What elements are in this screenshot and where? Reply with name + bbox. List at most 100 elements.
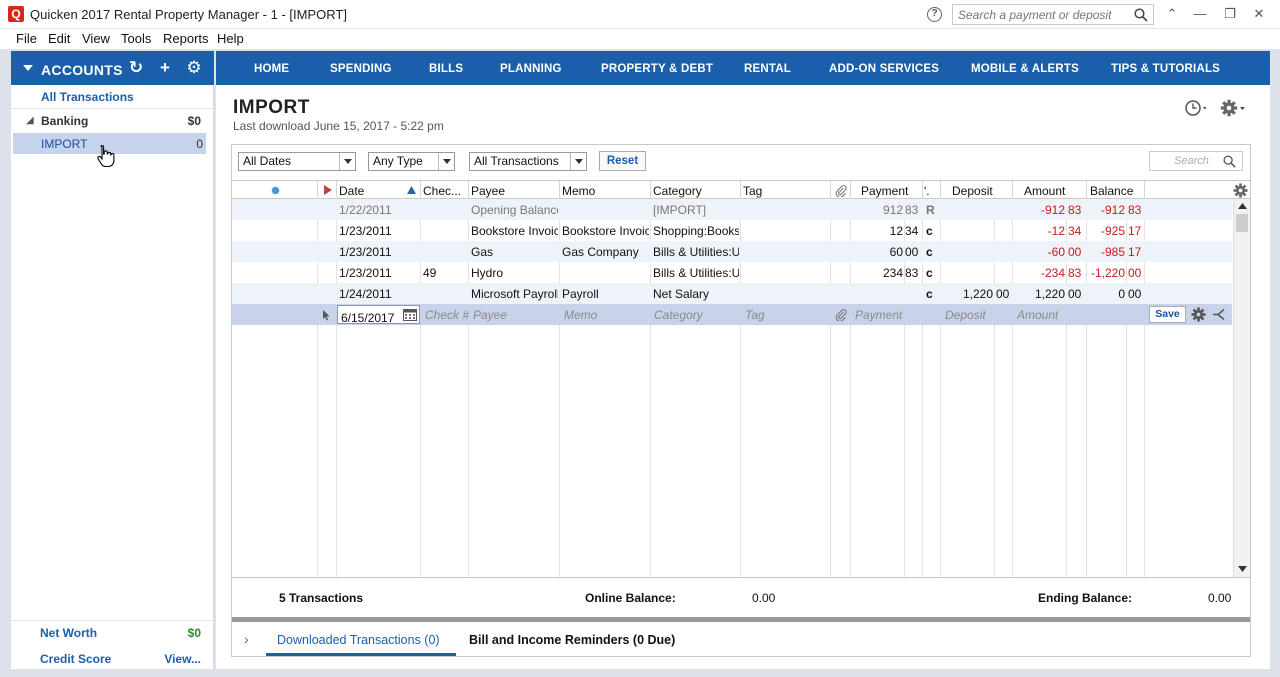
scroll-down-icon[interactable] bbox=[1238, 566, 1247, 572]
help-icon[interactable]: ? bbox=[927, 7, 942, 22]
menu-view[interactable]: View bbox=[82, 31, 110, 46]
cell-cleared[interactable]: c bbox=[926, 266, 933, 280]
column-payee[interactable]: Payee bbox=[471, 184, 505, 198]
date-input[interactable]: 6/15/2017 bbox=[337, 305, 420, 325]
collapse-accounts-icon[interactable] bbox=[23, 65, 33, 71]
sidebar-item-all-transactions[interactable]: All Transactions bbox=[41, 90, 134, 104]
global-search-input[interactable] bbox=[958, 5, 1133, 24]
cell-date: 1/23/2011 bbox=[339, 224, 392, 238]
chevron-down-icon[interactable] bbox=[339, 153, 355, 170]
type-filter-select[interactable]: Any Type bbox=[368, 152, 455, 171]
chevron-down-icon[interactable] bbox=[570, 153, 586, 170]
attach-paperclip-icon[interactable] bbox=[835, 308, 847, 321]
column-memo[interactable]: Memo bbox=[562, 184, 595, 198]
chevron-down-icon[interactable] bbox=[438, 153, 454, 170]
sidebar-group-banking[interactable]: Banking bbox=[41, 114, 88, 128]
menu-edit[interactable]: Edit bbox=[48, 31, 70, 46]
save-button[interactable]: Save bbox=[1149, 306, 1186, 323]
tab-add-on-services[interactable]: ADD-ON SERVICES bbox=[829, 63, 939, 75]
category-input[interactable]: Category bbox=[654, 308, 703, 322]
expand-banking-icon[interactable]: ◢ bbox=[26, 115, 34, 126]
transaction-gear-icon[interactable] bbox=[1191, 307, 1206, 322]
accounts-title[interactable]: ACCOUNTS bbox=[41, 62, 123, 78]
credit-score-view-link[interactable]: View... bbox=[164, 652, 201, 666]
cell-cleared[interactable]: R bbox=[926, 203, 935, 217]
tab-bills[interactable]: BILLS bbox=[429, 63, 463, 75]
column-payment[interactable]: Payment bbox=[861, 184, 908, 198]
menu-file[interactable]: File bbox=[16, 31, 37, 46]
tab-property-debt[interactable]: PROPERTY & DEBT bbox=[601, 63, 713, 75]
new-transaction-row[interactable]: 6/15/2017 Check # Payee Memo Category Ta… bbox=[232, 304, 1232, 325]
cell-cleared[interactable]: c bbox=[926, 245, 933, 259]
tab-bill-income-reminders[interactable]: Bill and Income Reminders (0 Due) bbox=[469, 633, 675, 647]
scroll-up-icon[interactable] bbox=[1238, 203, 1247, 209]
cell-balance-cents: 00 bbox=[1128, 266, 1142, 280]
table-row[interactable]: 1/23/2011 Bookstore Invoice Bookstore In… bbox=[232, 220, 1232, 241]
scrollbar-thumb[interactable] bbox=[1236, 214, 1248, 232]
chevron-right-icon[interactable]: › bbox=[244, 631, 249, 647]
cell-cleared[interactable]: c bbox=[926, 224, 933, 238]
tag-input[interactable]: Tag bbox=[745, 308, 765, 322]
date-filter-select[interactable]: All Dates bbox=[238, 152, 356, 171]
tab-home[interactable]: HOME bbox=[254, 63, 289, 75]
payee-input[interactable]: Payee bbox=[473, 308, 507, 322]
minimize-icon[interactable]: — bbox=[1189, 3, 1211, 25]
menu-reports[interactable]: Reports bbox=[163, 31, 209, 46]
collapse-icon[interactable]: ⌃ bbox=[1161, 3, 1183, 25]
column-amount[interactable]: Amount bbox=[1024, 184, 1065, 198]
cell-category: Net Salary bbox=[653, 287, 710, 301]
column-cleared[interactable]: '. bbox=[924, 184, 930, 198]
split-transaction-icon[interactable] bbox=[1212, 307, 1227, 322]
restore-icon[interactable]: ❐ bbox=[1219, 3, 1241, 25]
register-search-input[interactable]: Search bbox=[1149, 151, 1243, 171]
column-deposit[interactable]: Deposit bbox=[952, 184, 993, 198]
calendar-icon[interactable] bbox=[403, 308, 417, 321]
tab-mobile-alerts[interactable]: MOBILE & ALERTS bbox=[971, 63, 1079, 75]
close-icon[interactable]: ✕ bbox=[1248, 3, 1270, 25]
column-check-number[interactable]: Chec... bbox=[423, 184, 461, 198]
deposit-input[interactable]: Deposit bbox=[945, 308, 986, 322]
sidebar-item-credit-score[interactable]: Credit Score bbox=[40, 652, 111, 666]
attachment-paperclip-icon[interactable] bbox=[835, 184, 847, 197]
amount-input[interactable]: Amount bbox=[1017, 308, 1058, 322]
tab-planning[interactable]: PLANNING bbox=[500, 63, 562, 75]
divider bbox=[11, 620, 214, 621]
column-tag[interactable]: Tag bbox=[743, 184, 762, 198]
sort-ascending-icon[interactable] bbox=[407, 186, 416, 194]
menu-help[interactable]: Help bbox=[217, 31, 244, 46]
flag-column-icon[interactable] bbox=[324, 185, 332, 195]
table-row[interactable]: 1/23/2011 Gas Gas Company Bills & Utilit… bbox=[232, 241, 1232, 262]
column-category[interactable]: Category bbox=[653, 184, 702, 198]
register-scrollbar[interactable] bbox=[1233, 199, 1250, 577]
cell-cleared[interactable]: c bbox=[926, 287, 933, 301]
add-account-icon[interactable]: + bbox=[156, 59, 174, 77]
tab-spending[interactable]: SPENDING bbox=[330, 63, 392, 75]
table-row[interactable]: 1/23/2011 49 Hydro Bills & Utilities:Uti… bbox=[232, 262, 1232, 283]
table-row[interactable]: 1/22/2011 Opening Balance [IMPORT] 912 8… bbox=[232, 199, 1232, 220]
column-balance[interactable]: Balance bbox=[1090, 184, 1133, 198]
reset-button[interactable]: Reset bbox=[599, 151, 646, 171]
tab-tips-tutorials[interactable]: TIPS & TUTORIALS bbox=[1111, 63, 1220, 75]
column-date[interactable]: Date bbox=[339, 184, 364, 198]
table-row[interactable]: 1/24/2011 Microsoft Payroll Payroll Net … bbox=[232, 283, 1232, 304]
cell-date: 1/23/2011 bbox=[339, 245, 392, 259]
column-settings-gear-icon[interactable] bbox=[1233, 183, 1248, 198]
gear-icon[interactable]: ⚙ bbox=[185, 59, 203, 77]
tab-rental[interactable]: RENTAL bbox=[744, 63, 791, 75]
history-clock-icon[interactable] bbox=[1184, 99, 1210, 117]
cell-payment: 234 bbox=[882, 266, 903, 280]
register-settings-gear-icon[interactable] bbox=[1220, 98, 1248, 118]
transaction-filter-select[interactable]: All Transactions bbox=[469, 152, 587, 171]
payment-input[interactable]: Payment bbox=[855, 308, 902, 322]
sidebar-item-net-worth[interactable]: Net Worth bbox=[40, 626, 97, 640]
search-icon[interactable] bbox=[1223, 155, 1236, 168]
tab-downloaded-transactions[interactable]: Downloaded Transactions (0) bbox=[277, 633, 440, 647]
search-icon[interactable] bbox=[1134, 8, 1148, 22]
global-search[interactable] bbox=[952, 4, 1154, 25]
check-number-input[interactable]: Check # bbox=[425, 308, 469, 322]
refresh-icon[interactable]: ↻ bbox=[127, 59, 145, 77]
memo-input[interactable]: Memo bbox=[564, 308, 597, 322]
date-input-value: 6/15/2017 bbox=[341, 311, 395, 325]
menu-tools[interactable]: Tools bbox=[121, 31, 151, 46]
cell-category: [IMPORT] bbox=[653, 203, 707, 217]
